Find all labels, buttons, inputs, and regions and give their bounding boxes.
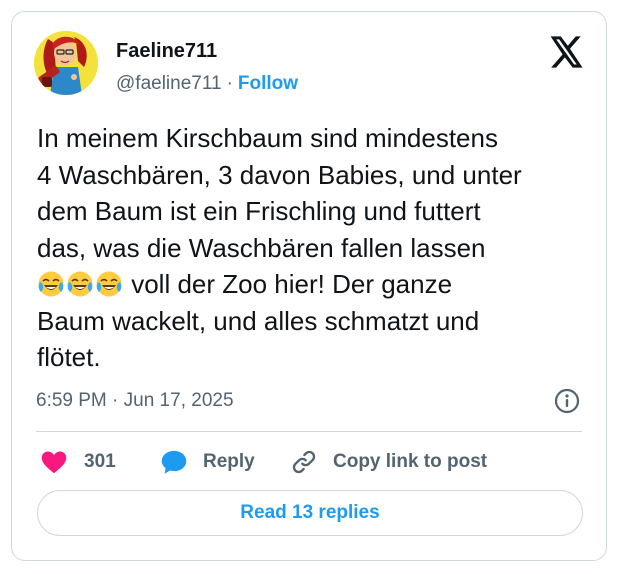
author-display-name[interactable]: Faeline711 [116,39,217,63]
author-handle-row: @faeline711 · Follow [116,72,298,96]
heart-icon [40,448,68,476]
speech-bubble-icon [160,448,188,476]
author-handle[interactable]: @faeline711 [116,73,222,94]
avatar-illustration-icon [34,31,98,95]
like-count: 301 [84,451,116,472]
face-with-tears-of-joy-icon: 😂 [66,270,94,298]
follow-button[interactable]: Follow [238,73,298,94]
reply-button[interactable]: Reply [160,448,255,476]
copy-link-label: Copy link to post [333,451,488,472]
copy-link-button[interactable]: Copy link to post [290,448,487,476]
info-icon[interactable] [554,388,580,414]
avatar[interactable] [34,31,98,95]
tweet-text: In meinem Kirschbaum sind mindestens 4 W… [37,120,597,376]
like-button[interactable]: 301 [40,448,116,476]
face-with-tears-of-joy-icon: 😂 [95,270,123,298]
link-icon [290,448,318,476]
face-with-tears-of-joy-icon: 😂 [37,270,65,298]
timestamp-link[interactable]: 6:59 PM · Jun 17, 2025 [36,389,234,413]
read-replies-button[interactable]: Read 13 replies [37,490,583,536]
separator-dot: · [226,73,233,94]
x-logo-icon[interactable] [550,36,584,68]
reply-label: Reply [203,451,255,472]
divider [36,431,582,432]
tweet-text-part1: In meinem Kirschbaum sind mindestens 4 W… [37,123,522,263]
tweet-card: Faeline711 @faeline711 · Follow In meinem … [11,11,607,561]
